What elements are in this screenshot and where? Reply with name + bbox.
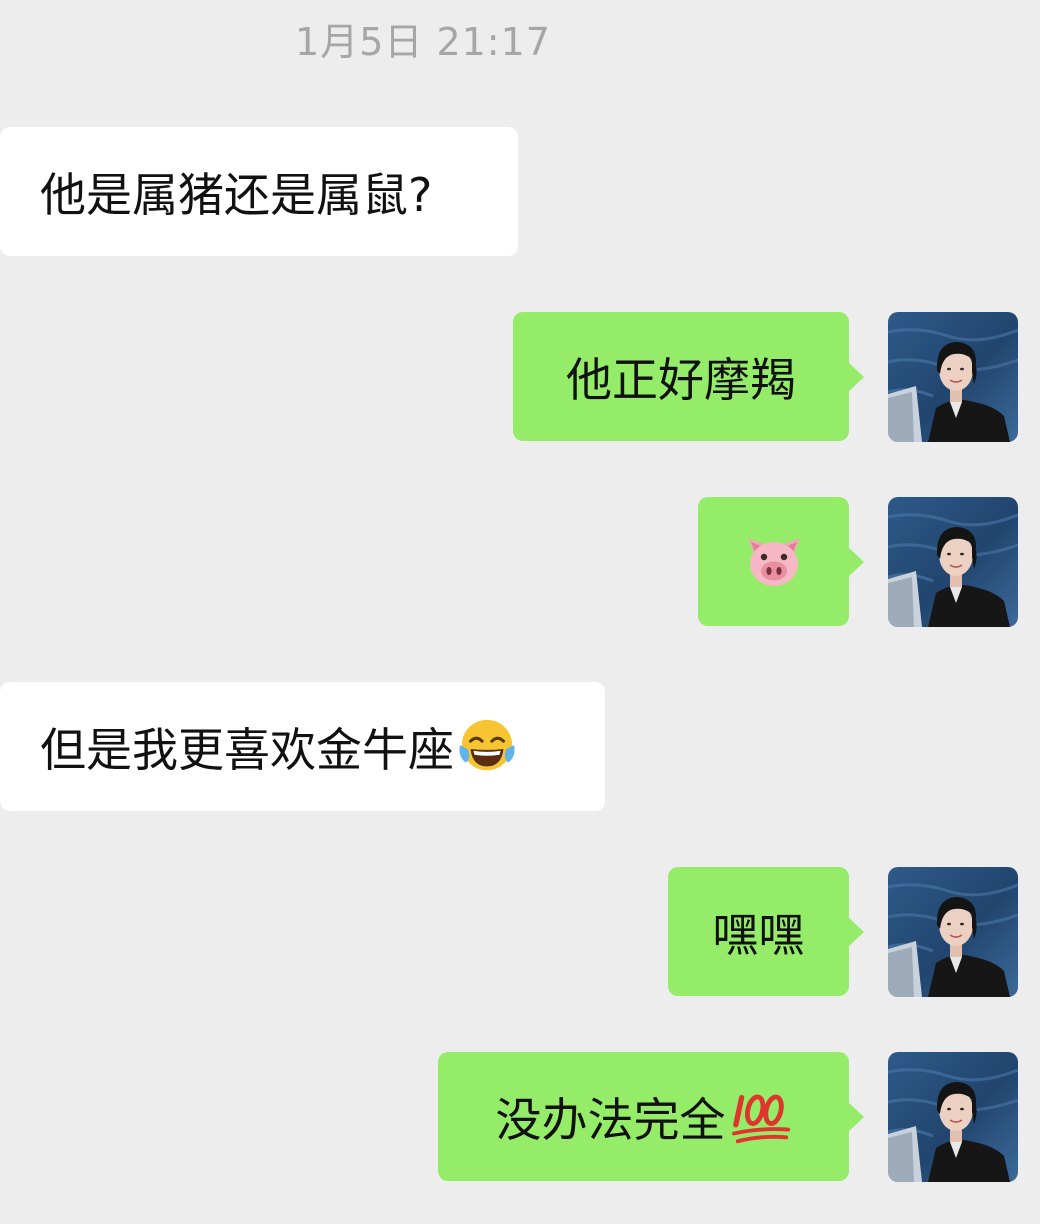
message-text: 他正好摩羯 [566, 352, 796, 407]
incoming-message-bubble[interactable]: 但是我更喜欢金牛座 [0, 682, 605, 811]
user-avatar[interactable] [888, 497, 1018, 627]
avatar-photo [888, 497, 1018, 627]
message-text: 但是我更喜欢金牛座 [40, 722, 454, 777]
user-avatar[interactable] [888, 1052, 1018, 1182]
outgoing-message-bubble[interactable]: 嘿嘿 [668, 867, 864, 996]
avatar-photo [888, 1052, 1018, 1182]
message-text: 他是属猪还是属鼠? [40, 167, 433, 222]
avatar-photo [888, 312, 1018, 442]
avatar-photo [888, 867, 1018, 997]
user-avatar[interactable] [888, 312, 1018, 442]
hundred-points-icon [731, 1094, 790, 1143]
face-with-tears-of-joy-icon [459, 719, 515, 770]
user-avatar[interactable] [888, 867, 1018, 997]
pig-face-icon [747, 537, 800, 586]
outgoing-message-bubble[interactable]: 他正好摩羯 [513, 312, 864, 441]
outgoing-message-bubble[interactable]: 没办法完全 [438, 1052, 864, 1181]
incoming-message-bubble[interactable]: 他是属猪还是属鼠? [0, 127, 518, 256]
outgoing-message-bubble[interactable] [698, 497, 864, 626]
message-timestamp: 1月5日 21:17 [295, 20, 551, 64]
message-text: 嘿嘿 [712, 907, 805, 962]
message-text: 没办法完全 [495, 1092, 726, 1147]
